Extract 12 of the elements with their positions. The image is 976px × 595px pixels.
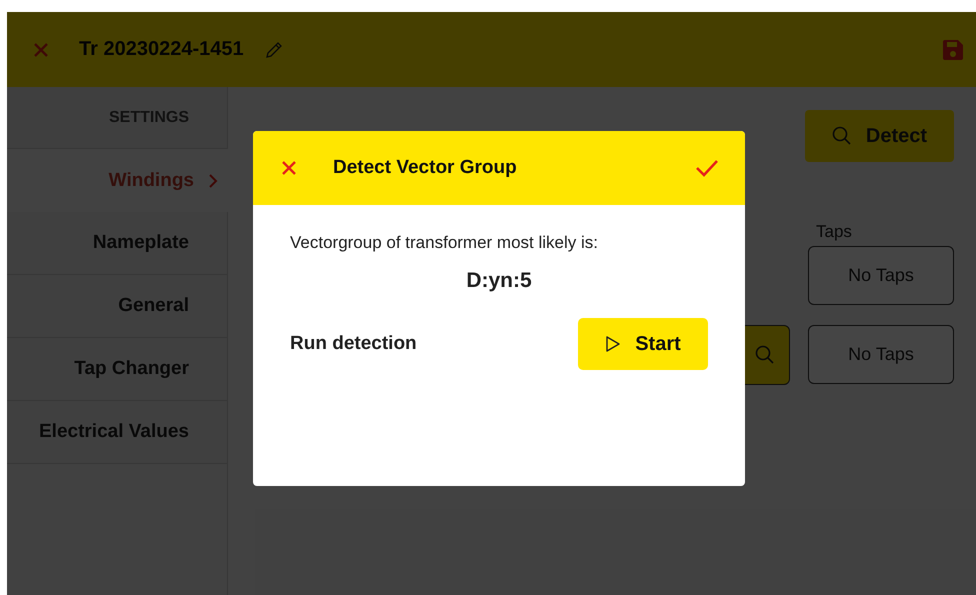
document-title: Tr 20230224-1451 — [79, 38, 244, 61]
play-icon — [605, 335, 622, 353]
run-detection-label: Run detection — [290, 333, 417, 355]
dialog-message: Vectorgroup of transformer most likely is: — [290, 233, 600, 253]
confirm-button[interactable] — [695, 158, 719, 178]
start-button[interactable]: Start — [578, 318, 708, 370]
checkmark-icon — [695, 158, 719, 178]
close-icon — [281, 160, 297, 176]
taps-label: Taps — [816, 222, 853, 242]
close-button[interactable] — [281, 160, 297, 176]
dialog-title: Detect Vector Group — [333, 157, 517, 179]
vector-group-result: D:yn:5 — [465, 269, 533, 293]
